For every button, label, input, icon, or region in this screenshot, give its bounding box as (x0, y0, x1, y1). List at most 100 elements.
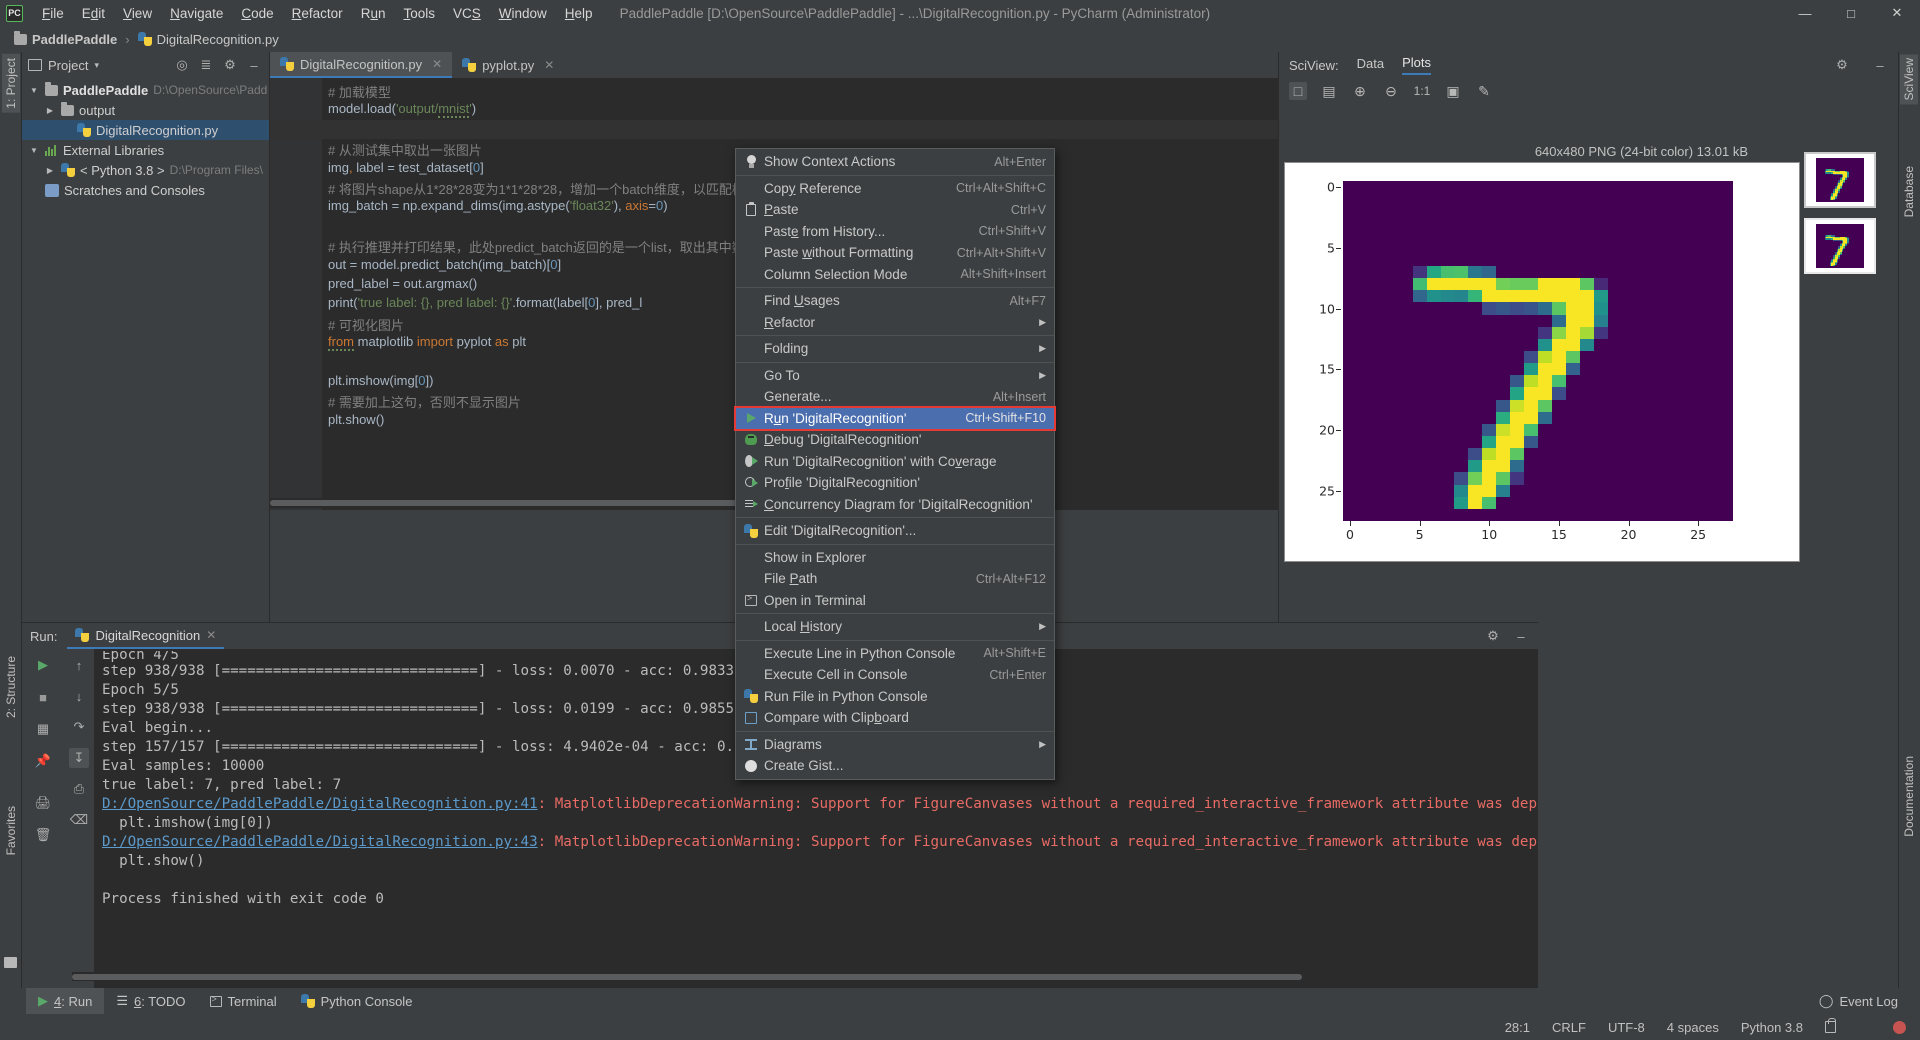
plot-thumbnail[interactable] (1804, 152, 1876, 208)
line-separator[interactable]: CRLF (1552, 1020, 1586, 1035)
chevron-right-icon[interactable]: ▶ (44, 166, 56, 175)
menu-vcs[interactable]: VCS (444, 3, 490, 24)
rerun-icon[interactable]: ▶ (33, 655, 53, 675)
context-menu-item[interactable]: Folding▶ (736, 338, 1054, 360)
context-menu-item[interactable]: Paste without FormattingCtrl+Alt+Shift+V (736, 242, 1054, 264)
gear-icon[interactable]: ⚙ (221, 56, 239, 74)
close-icon[interactable]: ✕ (206, 628, 216, 642)
select-icon[interactable]: ▣ (1444, 82, 1462, 100)
zoom-in-icon[interactable]: ⊕ (1351, 82, 1369, 100)
sidebar-item-project[interactable]: 1: Project (2, 54, 20, 113)
close-icon[interactable]: ✕ (432, 57, 442, 71)
context-menu-item[interactable]: Paste from History...Ctrl+Shift+V (736, 221, 1054, 243)
bottom-tab-terminal[interactable]: Terminal (198, 988, 289, 1014)
code-line[interactable]: # 将图片shape从1*28*28变为1*1*28*28，增加一个batch维… (328, 179, 771, 198)
context-menu-item[interactable]: Find UsagesAlt+F7 (736, 290, 1054, 312)
lock-icon[interactable] (1825, 1021, 1836, 1033)
tree-item[interactable]: ▼External Libraries (22, 140, 269, 160)
menu-refactor[interactable]: Refactor (283, 3, 352, 24)
chevron-down-icon[interactable]: ▼ (28, 86, 40, 95)
code-line[interactable]: plt.show() (328, 412, 384, 427)
stop-icon[interactable]: ■ (33, 687, 53, 707)
gear-icon[interactable]: ⚙ (1832, 55, 1852, 75)
code-line[interactable]: plt.imshow(img[0]) (328, 373, 433, 388)
inspector-icon[interactable] (1858, 1021, 1871, 1033)
gear-icon[interactable]: ⚙ (1484, 627, 1502, 645)
code-line[interactable]: # 执行推理并打印结果，此处predict_batch返回的是一个list，取出… (328, 237, 758, 256)
menu-run[interactable]: Run (352, 3, 395, 24)
menu-edit[interactable]: Edit (73, 3, 114, 24)
star-icon[interactable] (4, 957, 17, 968)
editor-tab-pyplot[interactable]: pyplot.py ✕ (452, 52, 564, 78)
context-menu-item[interactable]: Debug 'DigitalRecognition' (736, 429, 1054, 451)
plot-thumbnail[interactable] (1804, 218, 1876, 274)
bottom-tab-python-console[interactable]: Python Console (289, 988, 425, 1014)
context-menu-item[interactable]: Run 'DigitalRecognition'Ctrl+Shift+F10 (736, 408, 1054, 430)
target-icon[interactable]: ◎ (173, 56, 191, 74)
event-log-button[interactable]: ◯ Event Log (1819, 993, 1920, 1009)
code-line[interactable]: pred_label = out.argmax() (328, 276, 477, 291)
context-menu-item[interactable]: Show in Explorer (736, 547, 1054, 569)
tree-item[interactable]: ▼PaddlePaddleD:\OpenSource\Padd (22, 80, 269, 100)
sidebar-item-database[interactable]: Database (1900, 162, 1918, 221)
print-icon[interactable]: ⎙ (69, 779, 89, 799)
close-icon[interactable]: ✕ (544, 58, 554, 72)
context-menu-item[interactable]: Open in Terminal (736, 590, 1054, 612)
code-line[interactable]: out = model.predict_batch(img_batch)[0] (328, 257, 561, 272)
actual-size-icon[interactable]: 1:1 (1413, 82, 1431, 100)
console-file-link[interactable]: D:/OpenSource/PaddlePaddle/DigitalRecogn… (102, 796, 538, 812)
console-horizontal-scrollbar[interactable] (72, 972, 1516, 981)
tree-item[interactable]: DigitalRecognition.py (22, 120, 269, 140)
code-line[interactable]: from matplotlib import pyplot as plt (328, 334, 526, 349)
breadcrumb-file[interactable]: DigitalRecognition.py (138, 32, 279, 47)
indent-setting[interactable]: 4 spaces (1667, 1020, 1719, 1035)
menu-file[interactable]: File (33, 3, 73, 24)
plot-canvas[interactable]: 0510152025 0510152025 (1284, 162, 1800, 562)
context-menu-item[interactable]: Generate...Alt+Insert (736, 386, 1054, 408)
grid-icon[interactable]: ▤ (1320, 82, 1338, 100)
bottom-tab-run[interactable]: ▶ 4: Run (26, 988, 104, 1014)
maximize-button[interactable]: □ (1828, 0, 1874, 26)
context-menu-item[interactable]: Show Context ActionsAlt+Enter (736, 151, 1054, 173)
sidebar-item-structure[interactable]: 2: Structure (2, 652, 20, 722)
tree-item[interactable]: ▶output (22, 100, 269, 120)
berry-icon[interactable] (1893, 1021, 1906, 1034)
down-arrow-icon[interactable]: ↓ (69, 686, 89, 706)
restore-layout-icon[interactable]: ▦ (33, 719, 53, 739)
menu-navigate[interactable]: Navigate (161, 3, 232, 24)
tree-item[interactable]: ▶< Python 3.8 >D:\Program Files\ (22, 160, 269, 180)
sidebar-item-documentation[interactable]: Documentation (1900, 752, 1918, 841)
chevron-down-icon[interactable]: ▼ (28, 146, 40, 155)
code-line[interactable]: print('true label: {}, pred label: {}'.f… (328, 295, 642, 310)
up-arrow-icon[interactable]: ↑ (69, 655, 89, 675)
print-icon[interactable]: 🖨 (33, 793, 53, 813)
context-menu-item[interactable]: Go To▶ (736, 365, 1054, 387)
code-line[interactable]: # 需要加上这句，否则不显示图片 (328, 392, 521, 411)
code-line[interactable]: img, label = test_dataset[0] (328, 160, 484, 175)
editor-tab-digitalrecognition[interactable]: DigitalRecognition.py ✕ (270, 52, 452, 78)
chevron-down-icon[interactable]: ▾ (94, 60, 99, 71)
menu-view[interactable]: View (114, 3, 161, 24)
minimize-button[interactable]: — (1782, 0, 1828, 26)
collapse-all-icon[interactable]: ≣ (197, 56, 215, 74)
close-button[interactable]: ✕ (1874, 0, 1920, 26)
scroll-to-end-icon[interactable]: ↧ (69, 748, 89, 768)
color-picker-icon[interactable]: ✎ (1475, 82, 1493, 100)
context-menu-item[interactable]: Refactor▶ (736, 312, 1054, 334)
chevron-right-icon[interactable]: ▶ (44, 106, 56, 115)
tab-data[interactable]: Data (1357, 56, 1384, 74)
trash-icon[interactable]: 🗑 (33, 825, 53, 845)
python-interpreter[interactable]: Python 3.8 (1741, 1020, 1803, 1035)
context-menu-item[interactable]: PasteCtrl+V (736, 199, 1054, 221)
pin-icon[interactable]: 📌 (33, 751, 53, 771)
caret-position[interactable]: 28:1 (1505, 1020, 1530, 1035)
context-menu-item[interactable]: Copy ReferenceCtrl+Alt+Shift+C (736, 178, 1054, 200)
fit-icon[interactable]: □ (1289, 82, 1307, 100)
context-menu-item[interactable]: Execute Line in Python ConsoleAlt+Shift+… (736, 643, 1054, 665)
sidebar-item-favorites[interactable]: Favorites (2, 802, 20, 859)
editor-gutter[interactable] (270, 78, 322, 510)
context-menu-item[interactable]: Compare with Clipboard (736, 707, 1054, 729)
code-line[interactable]: # 可视化图片 (328, 315, 404, 334)
bottom-tab-todo[interactable]: ☰ 6: TODO (104, 988, 197, 1014)
console-file-link[interactable]: D:/OpenSource/PaddlePaddle/DigitalRecogn… (102, 834, 538, 850)
